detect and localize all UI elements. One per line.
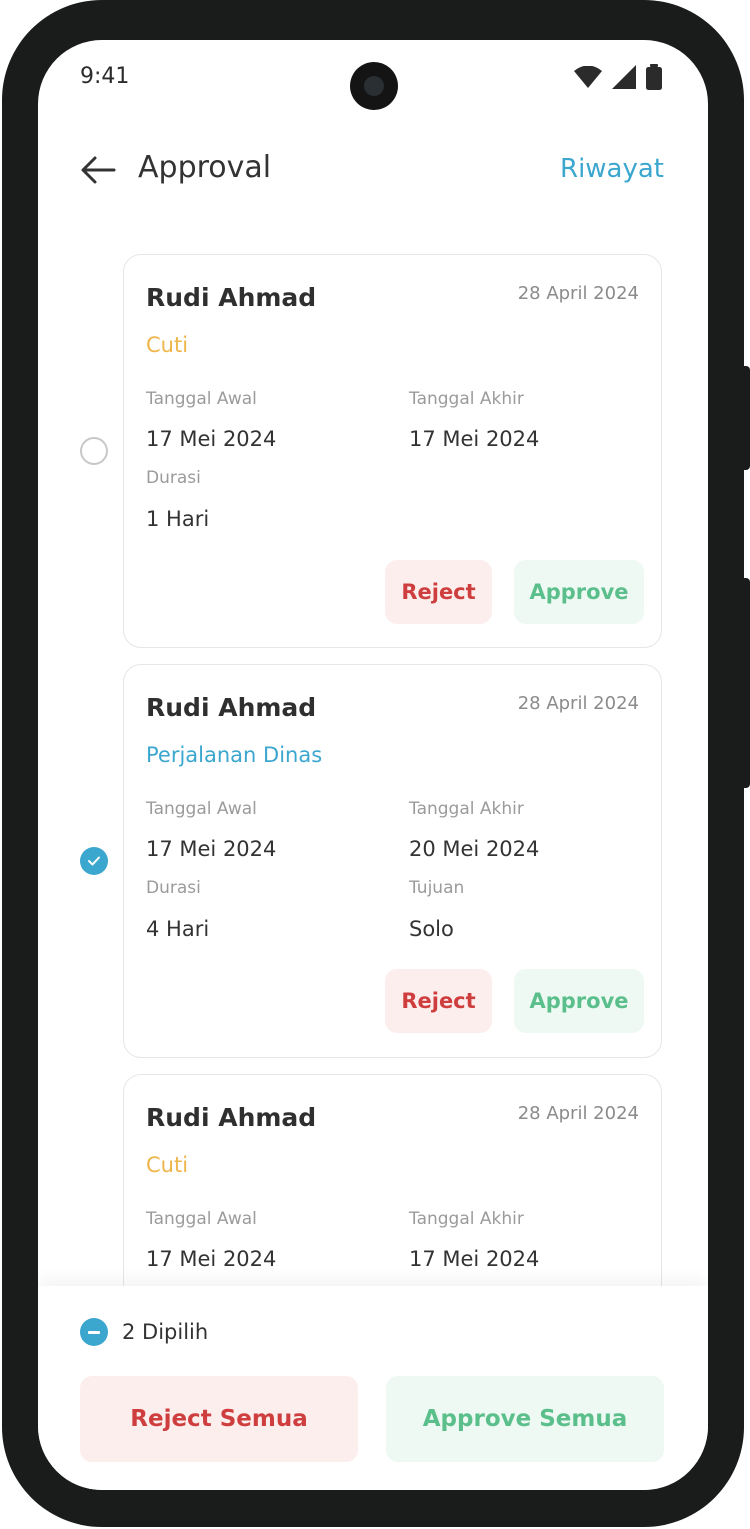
approve-all-button[interactable]: Approve Semua (386, 1376, 664, 1462)
duration-value: 4 Hari (146, 917, 210, 941)
phone-frame: 9:41 Approval Riwayat Rudi Ahmad 28 Apri… (0, 0, 750, 1529)
request-card: Rudi Ahmad 28 April 2024 Perjalanan Dina… (123, 664, 662, 1058)
employee-name: Rudi Ahmad (146, 283, 317, 312)
approve-button[interactable]: Approve (514, 560, 644, 624)
reject-button[interactable]: Reject (385, 969, 492, 1033)
end-date-label: Tanggal Akhir (409, 1209, 524, 1229)
request-type: Cuti (146, 1153, 189, 1177)
status-bar: 9:41 (38, 40, 708, 120)
wifi-icon (574, 66, 602, 88)
front-camera (350, 62, 398, 110)
start-date-value: 17 Mei 2024 (146, 427, 277, 451)
status-time: 9:41 (80, 64, 130, 89)
battery-icon (646, 64, 662, 90)
end-date-label: Tanggal Akhir (409, 799, 524, 819)
reject-button[interactable]: Reject (385, 560, 492, 624)
approve-button[interactable]: Approve (514, 969, 644, 1033)
start-date-value: 17 Mei 2024 (146, 1247, 277, 1271)
end-date-label: Tanggal Akhir (409, 389, 524, 409)
destination-label: Tujuan (409, 878, 465, 898)
request-date: 28 April 2024 (517, 1103, 639, 1124)
end-date-value: 20 Mei 2024 (409, 837, 540, 861)
history-link[interactable]: Riwayat (560, 154, 664, 184)
start-date-label: Tanggal Awal (146, 799, 257, 819)
end-date-value: 17 Mei 2024 (409, 1247, 540, 1271)
duration-label: Durasi (146, 468, 201, 488)
reject-all-button[interactable]: Reject Semua (80, 1376, 358, 1462)
select-checkbox[interactable] (80, 437, 108, 465)
app-screen: 9:41 Approval Riwayat Rudi Ahmad 28 Apri… (38, 40, 708, 1490)
power-button (742, 578, 750, 788)
app-header: Approval Riwayat (38, 140, 708, 200)
employee-name: Rudi Ahmad (146, 693, 317, 722)
start-date-value: 17 Mei 2024 (146, 837, 277, 861)
volume-button (742, 366, 750, 470)
request-card: Rudi Ahmad 28 April 2024 Cuti Tanggal Aw… (123, 254, 662, 648)
destination-value: Solo (409, 917, 454, 941)
duration-value: 1 Hari (146, 507, 210, 531)
duration-label: Durasi (146, 878, 201, 898)
request-type: Perjalanan Dinas (146, 743, 323, 767)
request-type: Cuti (146, 333, 189, 357)
start-date-label: Tanggal Awal (146, 1209, 257, 1229)
request-date: 28 April 2024 (517, 283, 639, 304)
status-icons (574, 62, 662, 92)
end-date-value: 17 Mei 2024 (409, 427, 540, 451)
deselect-all-icon[interactable] (80, 1318, 108, 1346)
employee-name: Rudi Ahmad (146, 1103, 317, 1132)
select-checkbox[interactable] (80, 847, 108, 875)
cellular-signal-icon (612, 65, 636, 89)
check-icon (88, 856, 100, 866)
request-date: 28 April 2024 (517, 693, 639, 714)
bulk-action-bar: 2 Dipilih Reject Semua Approve Semua (38, 1286, 708, 1490)
selected-count: 2 Dipilih (122, 1320, 209, 1344)
back-arrow-icon[interactable] (78, 152, 118, 188)
page-title: Approval (138, 150, 272, 185)
start-date-label: Tanggal Awal (146, 389, 257, 409)
